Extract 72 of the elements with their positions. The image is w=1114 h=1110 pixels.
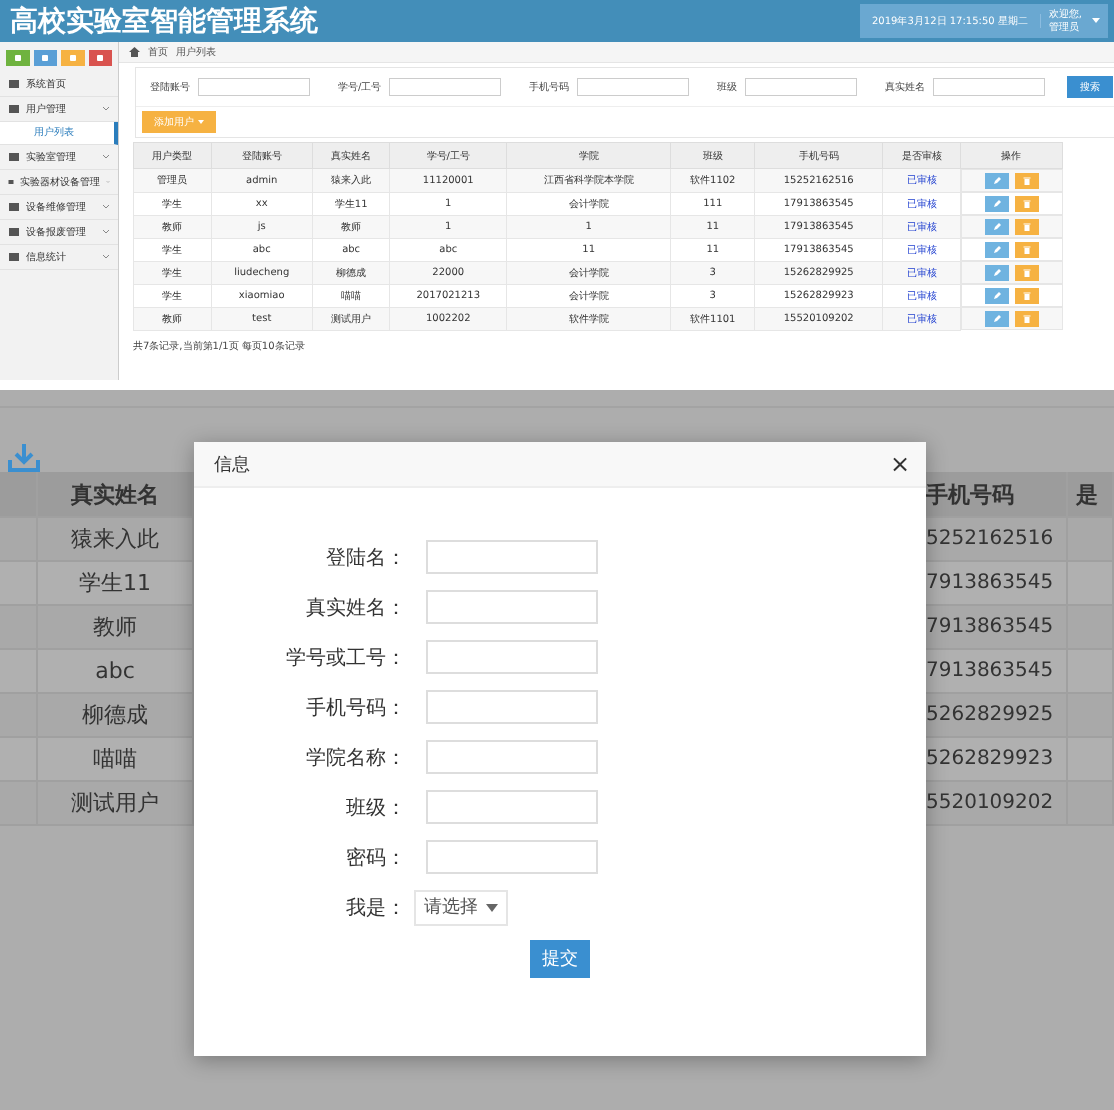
search-field[interactable] <box>577 78 690 96</box>
role-dropdown[interactable]: 请选择 <box>414 889 508 925</box>
field-label: 学号或工号： <box>284 645 408 671</box>
menu-item-icon <box>8 227 20 237</box>
field-label: 学院名称： <box>304 745 408 771</box>
column-header: 是 <box>1068 472 1114 516</box>
search-field[interactable] <box>745 78 858 96</box>
field-label: 登陆名： <box>324 545 408 571</box>
menu-item-icon <box>8 252 20 262</box>
caret-icon <box>1092 18 1100 24</box>
delete-button[interactable] <box>1014 287 1039 304</box>
pencil-icon <box>992 199 1001 208</box>
square-icon <box>96 54 105 62</box>
trash-icon <box>1022 199 1031 208</box>
shortcut-button[interactable] <box>88 50 112 66</box>
field-label: 手机号码： <box>304 695 408 721</box>
delete-button[interactable] <box>1014 172 1039 189</box>
delete-button[interactable] <box>1014 218 1039 235</box>
field-label: 班级： <box>344 795 408 821</box>
field-label: 我是： <box>344 895 408 921</box>
pencil-icon <box>992 291 1001 300</box>
edit-button[interactable] <box>984 195 1009 212</box>
edit-button[interactable] <box>984 241 1009 258</box>
square-icon <box>68 54 77 62</box>
delete-button[interactable] <box>1014 195 1039 212</box>
edit-button[interactable] <box>984 287 1009 304</box>
input-field[interactable] <box>426 790 598 824</box>
download-icon[interactable] <box>8 444 40 472</box>
pencil-icon <box>992 268 1001 277</box>
shortcut-button[interactable] <box>61 50 85 66</box>
input-field[interactable] <box>426 590 598 624</box>
square-icon <box>41 54 50 62</box>
shortcut-button[interactable] <box>6 50 30 66</box>
menu-item-icon <box>8 202 20 212</box>
pencil-icon <box>992 245 1001 254</box>
shortcut-button[interactable] <box>33 50 57 66</box>
delete-button[interactable] <box>1014 310 1039 327</box>
delete-button[interactable] <box>1014 264 1039 281</box>
trash-icon <box>1022 291 1031 300</box>
menu-item-icon <box>8 79 20 89</box>
menu-item-icon <box>8 152 20 162</box>
trash-icon <box>1022 176 1031 185</box>
search-field[interactable] <box>389 78 502 96</box>
input-field[interactable] <box>426 640 598 674</box>
square-icon <box>13 54 22 62</box>
input-field[interactable] <box>426 740 598 774</box>
caret-icon <box>198 120 204 124</box>
trash-icon <box>1022 314 1031 323</box>
dialog-title: 信息 <box>214 453 250 477</box>
trash-icon <box>1022 222 1031 231</box>
input-field[interactable] <box>426 840 598 874</box>
search-field[interactable] <box>198 78 310 96</box>
trash-icon <box>1022 268 1031 277</box>
trash-icon <box>1022 245 1031 254</box>
home-icon <box>129 47 140 57</box>
delete-button[interactable] <box>1014 241 1039 258</box>
field-label: 密码： <box>344 845 408 871</box>
close-button[interactable]: × <box>889 450 910 478</box>
field-label: 真实姓名： <box>304 595 408 621</box>
edit-button[interactable] <box>984 172 1009 189</box>
app-title: 高校实验室智能管理系统 <box>8 2 318 40</box>
edit-button[interactable] <box>984 218 1009 235</box>
menu-item-icon <box>8 104 20 114</box>
search-field[interactable] <box>933 78 1046 96</box>
pencil-icon <box>992 222 1001 231</box>
input-field[interactable] <box>426 540 598 574</box>
edit-button[interactable] <box>984 310 1009 327</box>
input-field[interactable] <box>426 690 598 724</box>
pencil-icon <box>992 314 1001 323</box>
pencil-icon <box>992 176 1001 185</box>
edit-button[interactable] <box>984 264 1009 281</box>
caret-icon <box>486 903 498 911</box>
